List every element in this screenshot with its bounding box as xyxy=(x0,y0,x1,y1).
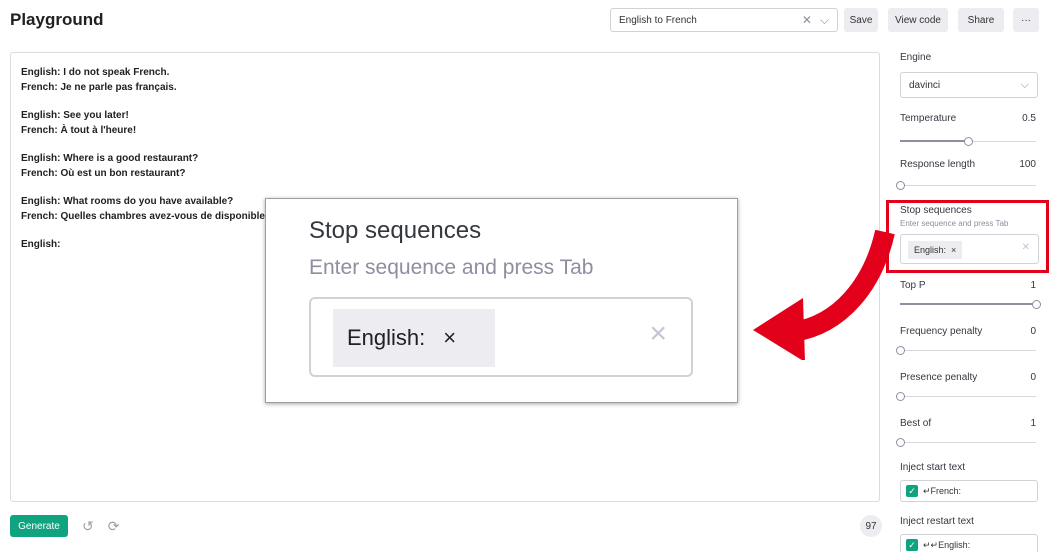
prompt-line: English: See you later! xyxy=(21,110,129,121)
preset-value: English to French xyxy=(619,14,697,26)
engine-select[interactable]: davinci ⌵ xyxy=(900,72,1038,98)
temperature-slider[interactable] xyxy=(900,137,1036,146)
chevron-down-icon[interactable]: ⌵ xyxy=(820,13,829,28)
view-code-button[interactable]: View code xyxy=(888,8,948,32)
share-button[interactable]: Share xyxy=(958,8,1004,32)
stop-sequences-zoom-callout: Stop sequences Enter sequence and press … xyxy=(265,198,738,403)
callout-title: Stop sequences xyxy=(309,217,482,244)
remove-chip-icon[interactable]: × xyxy=(951,245,956,255)
frequency-penalty-slider[interactable] xyxy=(896,346,1036,355)
inject-restart-checkbox[interactable]: ✓ xyxy=(906,539,918,551)
stop-sequences-hint: Enter sequence and press Tab xyxy=(900,219,1009,228)
page-title: Playground xyxy=(10,10,104,29)
engine-value: davinci xyxy=(909,79,941,91)
top-p-value: 1 xyxy=(1030,280,1036,291)
slider-thumb[interactable] xyxy=(896,181,905,190)
presence-penalty-value: 0 xyxy=(1030,372,1036,383)
red-arrow-icon xyxy=(753,230,895,360)
regenerate-icon[interactable]: ⟳ xyxy=(108,518,120,535)
inject-start-checkbox[interactable]: ✓ xyxy=(906,485,918,497)
close-icon: × xyxy=(443,325,457,350)
engine-label: Engine xyxy=(900,52,932,63)
chip-label: English: xyxy=(914,245,947,255)
prompt-line: English: I do not speak French. xyxy=(21,67,170,78)
prompt-line: French: Où est un bon restaurant? xyxy=(21,168,186,179)
undo-icon[interactable]: ↺ xyxy=(82,518,94,535)
slider-thumb[interactable] xyxy=(1032,300,1041,309)
best-of-value: 1 xyxy=(1030,418,1036,429)
best-of-slider[interactable] xyxy=(896,438,1036,447)
response-length-slider[interactable] xyxy=(896,181,1036,190)
chevron-down-icon: ⌵ xyxy=(1020,78,1029,91)
clear-icon[interactable]: ✕ xyxy=(1022,242,1030,253)
top-p-label: Top P xyxy=(900,280,926,291)
best-of-label: Best of xyxy=(900,418,932,429)
temperature-label: Temperature xyxy=(900,113,957,124)
inject-restart-label: Inject restart text xyxy=(900,516,974,527)
slider-thumb[interactable] xyxy=(896,438,905,447)
save-button[interactable]: Save xyxy=(844,8,878,32)
inject-restart-field[interactable]: ✓ ↵↵English: xyxy=(900,534,1038,552)
inject-start-value: ↵French: xyxy=(923,485,962,496)
token-count-badge: 97 xyxy=(860,515,882,537)
presence-penalty-slider[interactable] xyxy=(896,392,1036,401)
prompt-line: English: Where is a good restaurant? xyxy=(21,153,199,164)
callout-hint: Enter sequence and press Tab xyxy=(309,256,594,279)
temperature-value: 0.5 xyxy=(1022,113,1036,124)
close-icon[interactable]: ✕ xyxy=(802,13,812,28)
stop-sequence-chip[interactable]: English: × xyxy=(908,241,963,259)
inject-restart-value: ↵↵English: xyxy=(923,539,971,550)
stop-sequences-label: Stop sequences xyxy=(900,205,972,216)
slider-thumb[interactable] xyxy=(896,346,905,355)
preset-select[interactable]: English to French ✕ ⌵ xyxy=(610,8,838,32)
response-length-value: 100 xyxy=(1019,159,1036,170)
inject-start-label: Inject start text xyxy=(900,462,966,473)
frequency-penalty-label: Frequency penalty xyxy=(900,326,983,337)
inject-start-field[interactable]: ✓ ↵French: xyxy=(900,480,1038,502)
prompt-line: French: Je ne parle pas français. xyxy=(21,82,177,93)
stop-sequences-input[interactable]: English: × ✕ xyxy=(900,234,1039,264)
response-length-label: Response length xyxy=(900,159,976,170)
top-p-slider[interactable] xyxy=(900,300,1041,309)
generate-button[interactable]: Generate xyxy=(10,515,68,537)
frequency-penalty-value: 0 xyxy=(1030,326,1036,337)
slider-thumb[interactable] xyxy=(964,137,973,146)
presence-penalty-label: Presence penalty xyxy=(900,372,978,383)
clear-icon: × xyxy=(649,317,667,350)
callout-chip: English: × xyxy=(333,309,495,367)
prompt-line: French: À tout à l'heure! xyxy=(21,125,137,136)
more-options-button[interactable]: ··· xyxy=(1013,8,1039,32)
callout-chip-label: English: xyxy=(347,325,426,350)
callout-input: English: × × xyxy=(309,297,693,377)
slider-thumb[interactable] xyxy=(896,392,905,401)
